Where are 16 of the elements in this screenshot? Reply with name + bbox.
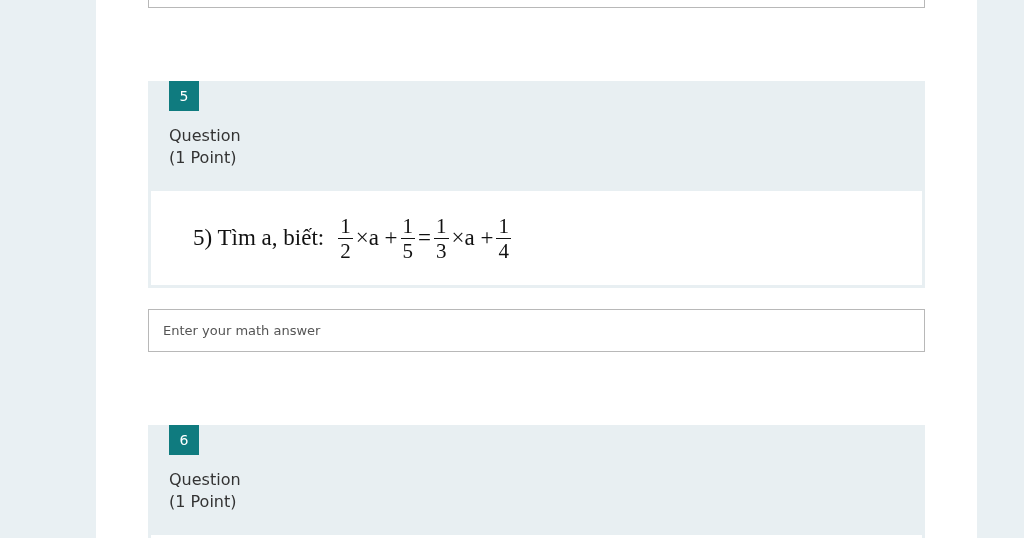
fraction: 1 2 bbox=[338, 213, 353, 263]
math-symbol: = bbox=[418, 225, 432, 251]
question-number: 6 bbox=[169, 425, 199, 455]
question-title: Question bbox=[169, 469, 242, 491]
math-symbol: ×a + bbox=[355, 225, 398, 251]
math-symbol: ×a + bbox=[451, 225, 494, 251]
fraction: 1 4 bbox=[496, 213, 511, 263]
answer-field[interactable] bbox=[148, 0, 925, 8]
problem-text: 5) Tìm a, biết: bbox=[193, 225, 325, 251]
answer-field[interactable]: Enter your math answer bbox=[148, 309, 925, 352]
question-points: (1 Point) bbox=[169, 147, 238, 169]
question-title: Question bbox=[169, 125, 242, 147]
fraction: 1 5 bbox=[400, 213, 416, 263]
fraction: 1 3 bbox=[434, 213, 449, 263]
question-number: 5 bbox=[169, 81, 199, 111]
question-points: (1 Point) bbox=[169, 491, 238, 513]
